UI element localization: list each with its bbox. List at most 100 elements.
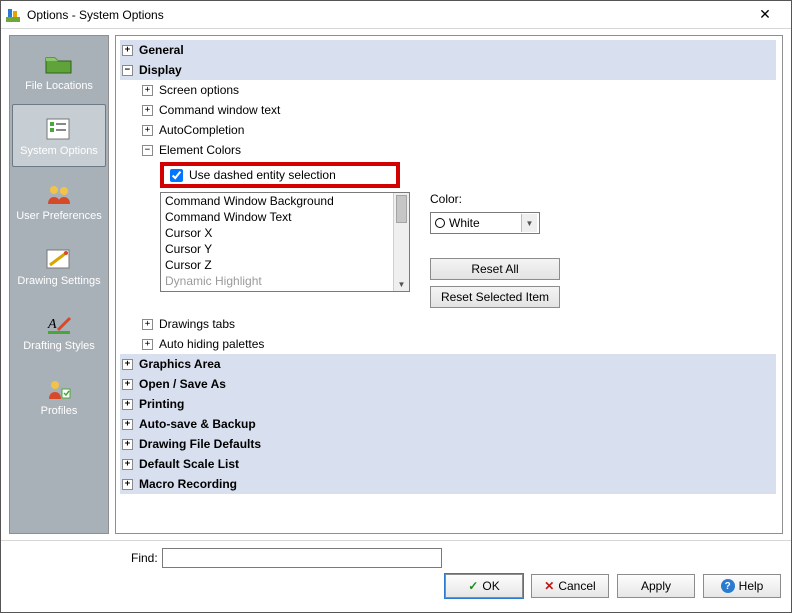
options-tree-panel: + General − Display + Screen options + C… — [115, 35, 783, 534]
ok-button[interactable]: ✓ OK — [445, 574, 523, 598]
list-item[interactable]: Command Window Background — [161, 193, 409, 209]
close-icon: ✕ — [544, 579, 554, 593]
tree-label: Drawing File Defaults — [137, 434, 261, 454]
close-button[interactable]: ✕ — [745, 1, 785, 29]
tree-label: Drawings tabs — [157, 314, 235, 334]
drawing-icon — [43, 245, 75, 273]
tree-item-auto-hiding-palettes[interactable]: + Auto hiding palettes — [120, 334, 776, 354]
profile-icon — [43, 375, 75, 403]
color-swatch-icon — [435, 218, 445, 228]
titlebar: Options - System Options ✕ — [1, 1, 791, 29]
tree-label: Auto-save & Backup — [137, 414, 256, 434]
tree-section-display[interactable]: − Display — [120, 60, 776, 80]
tree-label: Auto hiding palettes — [157, 334, 264, 354]
list-item[interactable]: Dynamic Highlight — [161, 273, 409, 289]
tree-section-auto-save-backup[interactable]: + Auto-save & Backup — [120, 414, 776, 434]
app-icon — [5, 7, 21, 23]
expander-icon[interactable]: − — [122, 65, 133, 76]
tree-section-graphics-area[interactable]: + Graphics Area — [120, 354, 776, 374]
tree-label: General — [137, 40, 184, 60]
expander-icon[interactable]: + — [122, 479, 133, 490]
drafting-icon: A — [43, 310, 75, 338]
use-dashed-entity-selection-checkbox[interactable] — [170, 169, 183, 182]
svg-text:A: A — [47, 317, 57, 332]
tree-label: Screen options — [157, 80, 239, 100]
tree-section-printing[interactable]: + Printing — [120, 394, 776, 414]
sidebar-item-profiles[interactable]: Profiles — [12, 364, 106, 427]
tree-label: Element Colors — [157, 140, 241, 160]
tree-item-screen-options[interactable]: + Screen options — [120, 80, 776, 100]
tree-section-default-scale-list[interactable]: + Default Scale List — [120, 454, 776, 474]
tree-label: Graphics Area — [137, 354, 221, 374]
tree-item-drawings-tabs[interactable]: + Drawings tabs — [120, 314, 776, 334]
color-label: Color: — [430, 192, 570, 206]
expander-icon[interactable]: + — [142, 105, 153, 116]
tree-section-general[interactable]: + General — [120, 40, 776, 60]
window-title: Options - System Options — [27, 8, 745, 22]
tree-item-command-window-text[interactable]: + Command window text — [120, 100, 776, 120]
scroll-down-icon[interactable]: ▼ — [394, 277, 409, 291]
cancel-button[interactable]: ✕ Cancel — [531, 574, 609, 598]
scrollbar[interactable]: ▲ ▼ — [393, 193, 409, 291]
expander-icon[interactable]: + — [122, 439, 133, 450]
tree-label: Display — [137, 60, 182, 80]
sidebar-item-user-preferences[interactable]: User Preferences — [12, 169, 106, 232]
find-input[interactable] — [162, 548, 442, 568]
highlighted-option: Use dashed entity selection — [160, 162, 400, 188]
expander-icon[interactable]: + — [122, 399, 133, 410]
tree-section-open-save-as[interactable]: + Open / Save As — [120, 374, 776, 394]
apply-button[interactable]: Apply — [617, 574, 695, 598]
chevron-down-icon[interactable]: ▼ — [521, 214, 537, 232]
sidebar-item-system-options[interactable]: System Options — [12, 104, 106, 167]
expander-icon[interactable]: + — [122, 419, 133, 430]
sidebar-item-label: File Locations — [25, 80, 93, 92]
color-value: White — [449, 216, 480, 230]
tree-section-macro-recording[interactable]: + Macro Recording — [120, 474, 776, 494]
expander-icon[interactable]: + — [142, 339, 153, 350]
checkbox-label: Use dashed entity selection — [189, 168, 336, 182]
list-item[interactable]: Command Window Text — [161, 209, 409, 225]
scroll-thumb[interactable] — [396, 195, 407, 223]
options-list-icon — [43, 115, 75, 143]
expander-icon[interactable]: + — [122, 459, 133, 470]
help-button[interactable]: ? Help — [703, 574, 781, 598]
list-item[interactable]: Cursor X — [161, 225, 409, 241]
list-item[interactable]: Cursor Z — [161, 257, 409, 273]
sidebar-item-label: System Options — [20, 145, 98, 157]
sidebar-item-file-locations[interactable]: File Locations — [12, 39, 106, 102]
help-icon: ? — [721, 579, 735, 593]
tree-label: Default Scale List — [137, 454, 239, 474]
sidebar-item-label: Drawing Settings — [17, 275, 100, 287]
category-sidebar: File Locations System Options User Prefe… — [9, 35, 109, 534]
tree-section-drawing-file-defaults[interactable]: + Drawing File Defaults — [120, 434, 776, 454]
element-colors-list[interactable]: Command Window Background Command Window… — [160, 192, 410, 292]
color-combobox[interactable]: White ▼ — [430, 212, 540, 234]
expander-icon[interactable]: + — [142, 125, 153, 136]
tree-item-autocompletion[interactable]: + AutoCompletion — [120, 120, 776, 140]
dialog-button-row: ✓ OK ✕ Cancel Apply ? Help — [1, 574, 791, 610]
sidebar-item-label: Drafting Styles — [23, 340, 95, 352]
list-item[interactable]: ESnap Cue — [161, 289, 409, 292]
sidebar-item-drawing-settings[interactable]: Drawing Settings — [12, 234, 106, 297]
expander-icon[interactable]: − — [142, 145, 153, 156]
tree-label: AutoCompletion — [157, 120, 244, 140]
expander-icon[interactable]: + — [142, 319, 153, 330]
sidebar-item-label: User Preferences — [16, 210, 102, 222]
folder-icon — [43, 50, 75, 78]
tree-label: Command window text — [157, 100, 280, 120]
expander-icon[interactable]: + — [122, 379, 133, 390]
reset-all-button[interactable]: Reset All — [430, 258, 560, 280]
tree-label: Printing — [137, 394, 184, 414]
expander-icon[interactable]: + — [122, 359, 133, 370]
tree-item-element-colors[interactable]: − Element Colors — [120, 140, 776, 160]
reset-selected-button[interactable]: Reset Selected Item — [430, 286, 560, 308]
sidebar-item-drafting-styles[interactable]: A Drafting Styles — [12, 299, 106, 362]
sidebar-item-label: Profiles — [41, 405, 78, 417]
element-colors-panel: Use dashed entity selection Command Wind… — [160, 162, 776, 308]
list-item[interactable]: Cursor Y — [161, 241, 409, 257]
find-row: Find: — [1, 540, 791, 574]
expander-icon[interactable]: + — [142, 85, 153, 96]
expander-icon[interactable]: + — [122, 45, 133, 56]
tree-label: Macro Recording — [137, 474, 237, 494]
users-icon — [43, 180, 75, 208]
